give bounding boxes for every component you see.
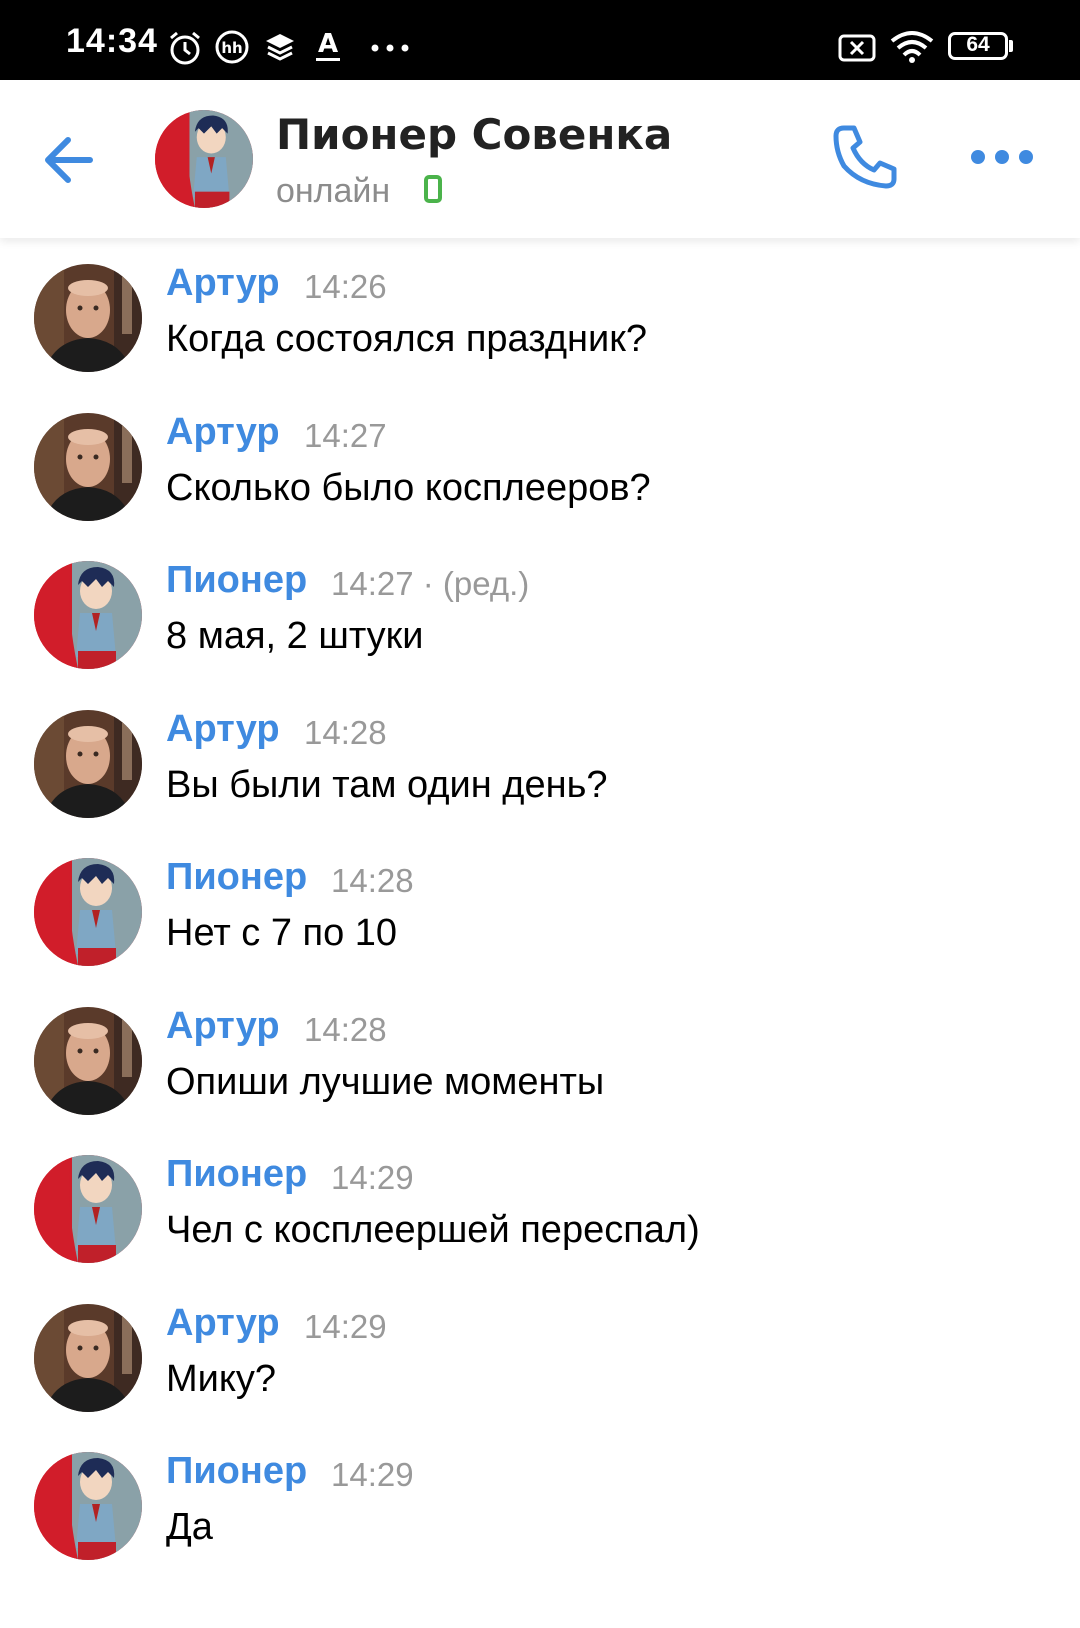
message-time: 14:27 · (ред.) [331,565,530,602]
message-author[interactable]: Артур [166,1005,280,1048]
message-item[interactable]: Артур 14:26 Когда состоялся праздник? [0,238,1080,388]
message-time: 14:29 [331,1456,414,1493]
battery-cap [1009,40,1013,52]
more-options-icon[interactable] [968,142,1036,172]
artur-avatar-image [34,1303,142,1412]
message-item[interactable]: Пионер 14:29 Чел с косплеершей переспал) [0,1129,1080,1279]
message-author[interactable]: Пионер [166,856,307,899]
message-text: Мику? [166,1357,277,1400]
message-avatar[interactable] [34,412,142,521]
artur-avatar-image [34,412,142,521]
message-time: 14:28 [304,1010,387,1048]
mobile-online-icon [424,175,442,203]
message-time: 14:29 [331,1159,414,1196]
message-time: 14:29 [304,1307,387,1345]
alarm-icon [170,31,200,65]
message-item[interactable]: Пионер 14:28 Нет с 7 по 10 [0,832,1080,982]
message-text: Вы были там один день? [166,763,608,806]
message-author[interactable]: Артур [166,1302,280,1345]
status-bar: 14:34 hh A 64 [0,0,1080,80]
artur-avatar-image [34,264,142,372]
layers-icon [266,34,294,61]
status-time: 14:34 [66,22,158,60]
phone-icon[interactable] [830,122,900,192]
pioneer-avatar-image [34,561,142,669]
message-time: 14:28 [304,713,387,751]
message-avatar[interactable] [34,1155,142,1263]
message-avatar[interactable] [34,1006,142,1115]
message-text: Чел с косплеершей переспал) [166,1209,700,1251]
message-item[interactable]: Артур 14:29 Мику? [0,1278,1080,1428]
message-time: 14:27 [304,416,387,454]
message-item[interactable]: Артур 14:27 Сколько было косплееров? [0,387,1080,537]
message-avatar[interactable] [34,561,142,669]
message-avatar[interactable] [34,858,142,966]
message-item[interactable]: Пионер 14:27 · (ред.) 8 мая, 2 штуки [0,535,1080,685]
artur-avatar-image [34,1006,142,1115]
chat-header: Пионер Совенка онлайн [0,80,1080,238]
message-author[interactable]: Пионер [166,559,307,602]
chat-title: Пионер Совенка [276,110,673,159]
message-author[interactable]: Артур [166,708,280,751]
message-author[interactable]: Пионер [166,1153,307,1196]
svg-text:hh: hh [221,39,242,57]
pioneer-avatar-image [34,858,142,966]
online-status: онлайн [276,172,391,210]
message-author[interactable]: Артур [166,262,280,305]
message-avatar[interactable] [34,709,142,818]
battery-level: 64 [966,33,990,56]
back-arrow-icon[interactable] [40,132,104,188]
message-author[interactable]: Пионер [166,1450,307,1493]
message-text: Сколько было косплееров? [166,466,651,509]
message-time: 14:28 [331,862,414,899]
more-dots-icon [371,44,409,52]
hh-app-icon: hh [215,30,249,64]
message-text: 8 мая, 2 штуки [166,615,424,657]
pioneer-avatar-image [155,110,253,208]
battery-icon: 64 [948,32,1008,60]
sim-x-icon [838,34,876,62]
message-text: Опиши лучшие моменты [166,1060,605,1103]
message-item[interactable]: Пионер 14:29 Да [0,1426,1080,1576]
pioneer-avatar-image [34,1155,142,1263]
message-text: Нет с 7 по 10 [166,912,398,954]
message-item[interactable]: Артур 14:28 Опиши лучшие моменты [0,981,1080,1131]
message-avatar[interactable] [34,1303,142,1412]
wifi-icon [890,31,934,63]
message-item[interactable]: Артур 14:28 Вы были там один день? [0,684,1080,834]
text-a-icon: A [316,29,340,61]
message-avatar[interactable] [34,1452,142,1560]
message-text: Да [166,1506,213,1548]
message-time: 14:26 [304,268,387,305]
message-text: Когда состоялся праздник? [166,318,647,360]
message-avatar[interactable] [34,264,142,372]
chat-avatar[interactable] [155,110,253,208]
artur-avatar-image [34,709,142,818]
pioneer-avatar-image [34,1452,142,1560]
svg-text:A: A [318,29,338,59]
message-author[interactable]: Артур [166,411,280,454]
